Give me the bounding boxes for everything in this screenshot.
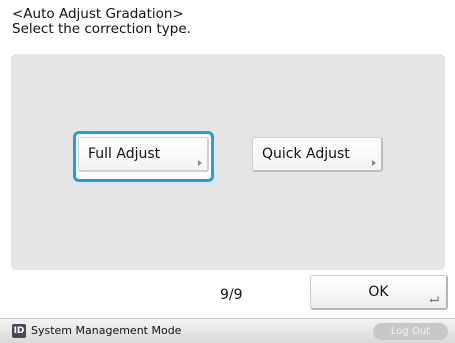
full-adjust-button[interactable]: Full Adjust — [78, 137, 209, 172]
ok-button[interactable]: OK — [310, 275, 448, 310]
enter-icon — [429, 296, 439, 303]
quick-adjust-button[interactable]: Quick Adjust — [252, 137, 383, 172]
arrow-right-icon — [198, 160, 202, 166]
instruction-text: Select the correction type. — [12, 21, 191, 37]
ok-label: OK — [368, 284, 389, 300]
full-adjust-label: Full Adjust — [88, 146, 161, 162]
screen-title: <Auto Adjust Gradation> — [12, 6, 184, 22]
mode-label: System Management Mode — [31, 324, 182, 337]
id-icon: ID — [12, 324, 26, 338]
log-out-button[interactable]: Log Out — [373, 323, 448, 340]
status-bar: ID System Management Mode Log Out — [0, 318, 455, 343]
arrow-right-icon — [372, 160, 376, 166]
quick-adjust-label: Quick Adjust — [262, 146, 350, 162]
header: <Auto Adjust Gradation> Select the corre… — [12, 7, 191, 37]
page-indicator: 9/9 — [220, 287, 243, 303]
screen: <Auto Adjust Gradation> Select the corre… — [0, 0, 455, 343]
